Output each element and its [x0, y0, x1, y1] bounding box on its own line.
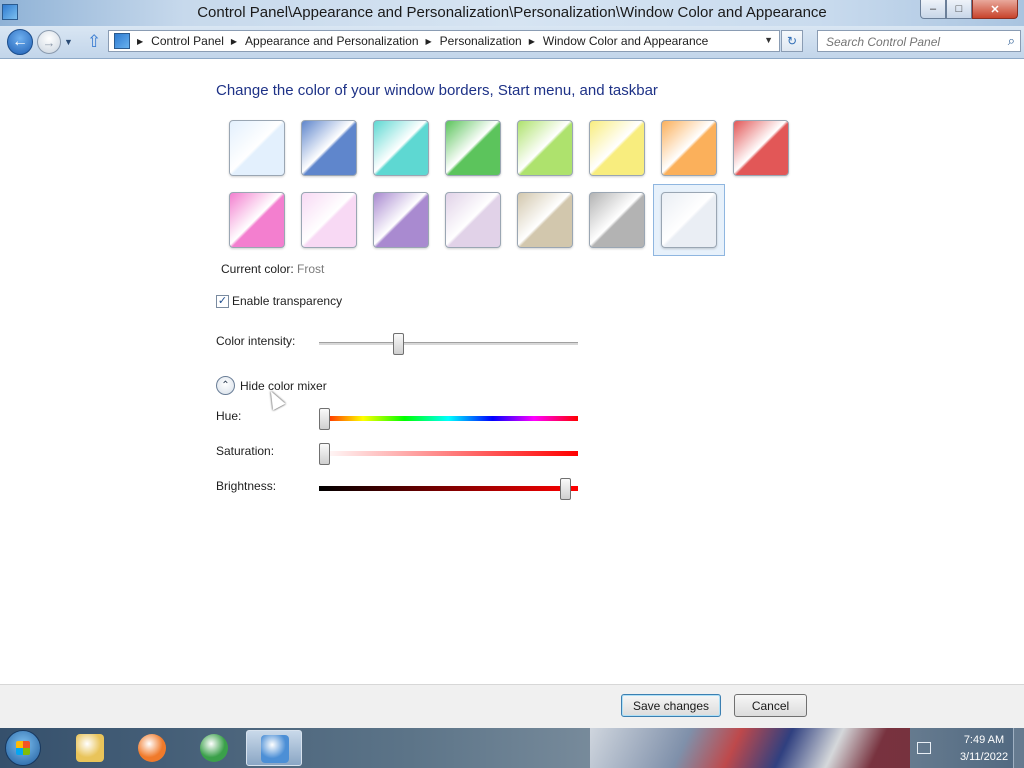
- taskbar-explorer[interactable]: [62, 730, 118, 766]
- enable-transparency-checkbox[interactable]: ✓: [216, 295, 229, 308]
- chevron-right-icon[interactable]: ▶: [529, 37, 535, 46]
- enable-transparency-label[interactable]: Enable transparency: [232, 294, 342, 308]
- window-title: Control Panel\Appearance and Personaliza…: [197, 4, 827, 21]
- breadcrumb-control-panel[interactable]: ▶ Control Panel: [130, 34, 224, 48]
- clock-time[interactable]: 7:49 AM: [948, 734, 1020, 746]
- color-swatch-lavender[interactable]: [445, 192, 501, 248]
- address-dropdown-icon[interactable]: ▼: [764, 35, 773, 45]
- up-arrow-icon[interactable]: ⇧: [87, 32, 101, 52]
- hue-slider-thumb[interactable]: [319, 408, 330, 430]
- color-swatch-sky[interactable]: [229, 120, 285, 176]
- hue-track[interactable]: [319, 416, 578, 421]
- brightness-label: Brightness:: [216, 479, 277, 493]
- breadcrumb-window-color[interactable]: ▶ Window Color and Appearance: [522, 34, 709, 48]
- color-swatch-lemon[interactable]: [589, 120, 645, 176]
- chevron-right-icon[interactable]: ▶: [426, 37, 432, 46]
- current-color-line: Current color: Frost: [221, 262, 324, 276]
- wallpaper-strip: [590, 728, 910, 768]
- color-swatch-blush[interactable]: [301, 192, 357, 248]
- color-swatch-pumpkin[interactable]: [661, 120, 717, 176]
- taskbar-firefox[interactable]: [124, 730, 180, 766]
- breadcrumb-appearance[interactable]: ▶ Appearance and Personalization: [224, 34, 419, 48]
- window-controls: – □ ✕: [920, 0, 1018, 19]
- color-swatch-frost[interactable]: [661, 192, 717, 248]
- saturation-track[interactable]: [319, 451, 578, 456]
- color-swatch-chocolate[interactable]: [589, 192, 645, 248]
- clock-date[interactable]: 3/11/2022: [948, 751, 1020, 763]
- taskbar-chrome[interactable]: [186, 730, 242, 766]
- network-icon[interactable]: [917, 742, 931, 754]
- chrome-icon: [200, 734, 228, 762]
- taskbar-control-panel[interactable]: [246, 730, 302, 766]
- color-intensity-slider-thumb[interactable]: [393, 333, 405, 355]
- forward-button[interactable]: →: [37, 30, 61, 54]
- start-button[interactable]: [5, 730, 41, 766]
- system-tray: 7:49 AM 3/11/2022: [908, 728, 1024, 768]
- brightness-track[interactable]: [319, 486, 578, 491]
- hide-color-mixer-link[interactable]: Hide color mixer: [240, 379, 327, 393]
- collapse-mixer-button[interactable]: ⌃: [216, 376, 235, 395]
- current-color-label: Current color:: [221, 262, 294, 276]
- color-swatch-ruby[interactable]: [733, 120, 789, 176]
- saturation-label: Saturation:: [216, 444, 275, 458]
- saturation-slider-thumb[interactable]: [319, 443, 330, 465]
- color-intensity-label: Color intensity:: [216, 334, 296, 348]
- control-panel-icon: [261, 735, 289, 763]
- color-swatch-twilight[interactable]: [301, 120, 357, 176]
- maximize-button[interactable]: □: [946, 0, 972, 19]
- color-swatch-taupe[interactable]: [517, 192, 573, 248]
- color-swatch-violet[interactable]: [373, 192, 429, 248]
- color-intensity-track[interactable]: [319, 342, 578, 345]
- windows-logo-icon: [16, 741, 30, 755]
- color-swatch-sea[interactable]: [373, 120, 429, 176]
- folder-icon: [76, 734, 104, 762]
- refresh-button[interactable]: ↻: [781, 30, 803, 52]
- save-changes-button[interactable]: Save changes: [621, 694, 721, 717]
- brightness-slider-thumb[interactable]: [559, 478, 571, 500]
- back-button[interactable]: ←: [7, 29, 33, 55]
- color-swatch-fuchsia[interactable]: [229, 192, 285, 248]
- control-panel-icon: [114, 33, 130, 49]
- title-bar: Control Panel\Appearance and Personaliza…: [0, 0, 1024, 26]
- navigation-bar: ← → ▼ ⇧ ▶ Control Panel ▶ Appearance and P…: [0, 26, 1024, 59]
- minimize-button[interactable]: –: [920, 0, 946, 19]
- search-icon[interactable]: ⌕: [1008, 33, 1015, 49]
- firefox-icon: [138, 734, 166, 762]
- button-bar: [0, 684, 1024, 729]
- breadcrumb-personalization[interactable]: ▶ Personalization: [419, 34, 522, 48]
- chevron-right-icon[interactable]: ▶: [137, 37, 143, 46]
- search-input[interactable]: [824, 33, 998, 51]
- current-color-value: Frost: [297, 262, 325, 276]
- show-desktop-button[interactable]: [1013, 728, 1024, 768]
- taskbar: [0, 728, 1024, 768]
- color-swatch-leaf[interactable]: [445, 120, 501, 176]
- chevron-right-icon[interactable]: ▶: [231, 37, 237, 46]
- color-swatch-lime[interactable]: [517, 120, 573, 176]
- recent-pages-dropdown[interactable]: ▼: [64, 37, 73, 47]
- hue-label: Hue:: [216, 409, 242, 423]
- page-title: Change the color of your window borders,…: [216, 82, 658, 99]
- cancel-button[interactable]: Cancel: [734, 694, 807, 717]
- search-box[interactable]: ⌕: [817, 30, 1021, 52]
- address-bar[interactable]: ▶ Control Panel ▶ Appearance and Personali…: [108, 30, 780, 52]
- close-button[interactable]: ✕: [972, 0, 1018, 19]
